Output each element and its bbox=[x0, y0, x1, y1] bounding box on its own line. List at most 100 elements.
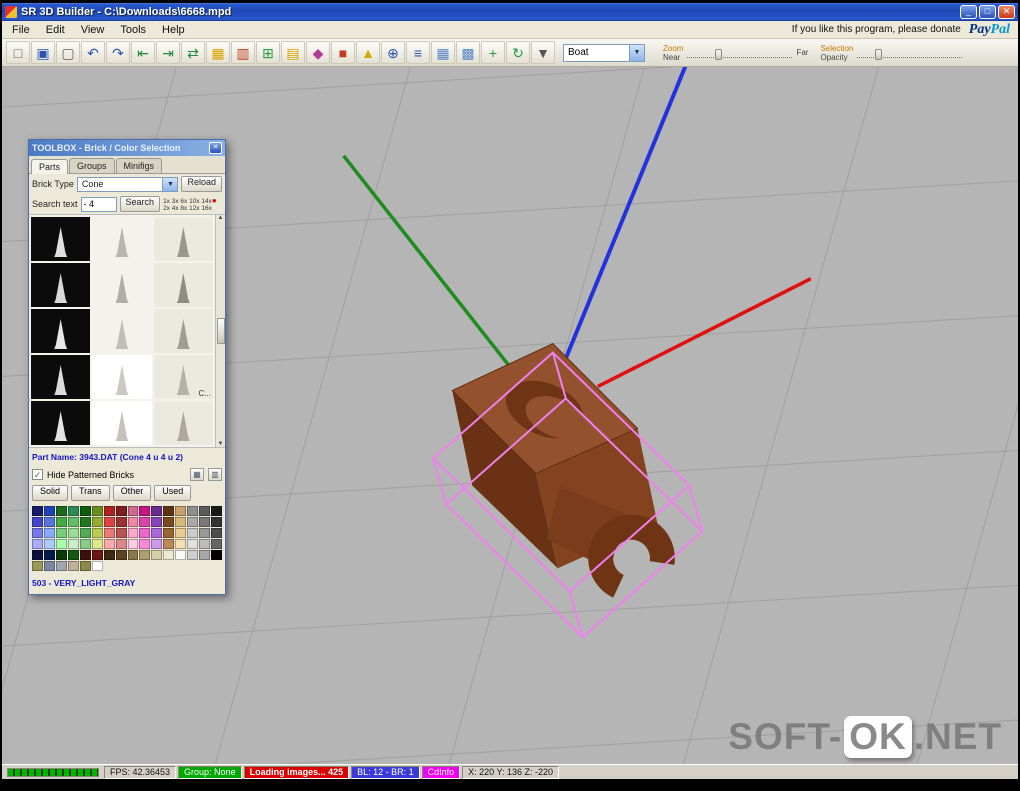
part-thumbnail[interactable]: C... bbox=[154, 355, 213, 399]
color-swatch[interactable] bbox=[211, 506, 222, 516]
color-swatch[interactable] bbox=[151, 517, 162, 527]
blank-page-icon[interactable]: ▢ bbox=[56, 41, 80, 64]
color-swatch[interactable] bbox=[187, 528, 198, 538]
grid-icon[interactable]: ▦ bbox=[431, 41, 455, 64]
hide-patterned-checkbox[interactable]: ✓ bbox=[32, 469, 43, 480]
color-swatch[interactable] bbox=[199, 550, 210, 560]
color-swatch[interactable] bbox=[92, 517, 103, 527]
hinge-icon[interactable]: ≡ bbox=[406, 41, 430, 64]
color-swatch[interactable] bbox=[199, 539, 210, 549]
color-swatch[interactable] bbox=[151, 506, 162, 516]
color-swatch[interactable] bbox=[211, 539, 222, 549]
connector-icon[interactable]: ⊕ bbox=[381, 41, 405, 64]
color-swatch[interactable] bbox=[211, 517, 222, 527]
chevron-down-icon[interactable]: ▼ bbox=[162, 178, 177, 191]
scroll-up-icon[interactable]: ▲ bbox=[218, 215, 224, 221]
color-swatch[interactable] bbox=[92, 561, 103, 571]
brick-type-select[interactable]: Cone ▼ bbox=[77, 177, 179, 192]
color-swatch[interactable] bbox=[175, 528, 186, 538]
color-swatch[interactable] bbox=[187, 517, 198, 527]
color-swatch[interactable] bbox=[211, 550, 222, 560]
color-swatch[interactable] bbox=[128, 528, 139, 538]
color-swatch[interactable] bbox=[116, 506, 127, 516]
redo-icon[interactable]: ↷ bbox=[106, 41, 130, 64]
brick-red-icon[interactable]: ▥ bbox=[231, 41, 255, 64]
toolbox-title-bar[interactable]: TOOLBOX - Brick / Color Selection ✕ bbox=[29, 140, 225, 156]
menu-edit[interactable]: Edit bbox=[38, 23, 73, 37]
part-thumbnail[interactable] bbox=[154, 401, 213, 445]
color-swatch[interactable] bbox=[56, 561, 67, 571]
menu-tools[interactable]: Tools bbox=[112, 23, 154, 37]
part-thumbnail[interactable] bbox=[31, 309, 90, 353]
color-swatch[interactable] bbox=[128, 517, 139, 527]
color-swatch[interactable] bbox=[187, 550, 198, 560]
color-swatch[interactable] bbox=[139, 539, 150, 549]
color-swatch[interactable] bbox=[199, 506, 210, 516]
part-thumbnail[interactable] bbox=[31, 217, 90, 261]
rotate-icon[interactable]: ↻ bbox=[506, 41, 530, 64]
part-thumbnail[interactable] bbox=[92, 309, 151, 353]
color-swatch[interactable] bbox=[56, 528, 67, 538]
color-swatch[interactable] bbox=[116, 550, 127, 560]
color-swatch[interactable] bbox=[32, 506, 43, 516]
color-swatch[interactable] bbox=[175, 550, 186, 560]
color-swatch[interactable] bbox=[56, 517, 67, 527]
color-swatch[interactable] bbox=[116, 539, 127, 549]
color-swatch[interactable] bbox=[187, 506, 198, 516]
part-thumbnail[interactable] bbox=[154, 217, 213, 261]
color-swatch[interactable] bbox=[80, 550, 91, 560]
part-thumbnail[interactable] bbox=[92, 263, 151, 307]
parts-scrollbar[interactable]: ▲ ▼ bbox=[215, 215, 225, 447]
color-swatch[interactable] bbox=[187, 539, 198, 549]
color-swatch[interactable] bbox=[68, 506, 79, 516]
scrollbar-thumb[interactable] bbox=[217, 318, 225, 344]
color-swatch[interactable] bbox=[104, 550, 115, 560]
undo-icon[interactable]: ↶ bbox=[81, 41, 105, 64]
color-swatch[interactable] bbox=[32, 561, 43, 571]
filter-trans-button[interactable]: Trans bbox=[71, 485, 110, 501]
color-swatch[interactable] bbox=[128, 539, 139, 549]
color-swatch[interactable] bbox=[44, 517, 55, 527]
color-swatch[interactable] bbox=[80, 506, 91, 516]
color-swatch[interactable] bbox=[80, 539, 91, 549]
color-swatch[interactable] bbox=[116, 517, 127, 527]
boat-category-select[interactable]: Boat ▼ bbox=[563, 44, 645, 62]
search-button[interactable]: Search bbox=[120, 196, 161, 212]
minimize-button[interactable]: _ bbox=[960, 5, 977, 19]
chevron-down-icon[interactable]: ▼ bbox=[629, 45, 644, 61]
color-swatch[interactable] bbox=[92, 539, 103, 549]
color-swatch[interactable] bbox=[92, 550, 103, 560]
paypal-logo[interactable]: PayPal bbox=[969, 22, 1010, 38]
color-swatch[interactable] bbox=[116, 528, 127, 538]
color-swatch[interactable] bbox=[163, 506, 174, 516]
color-swatch[interactable] bbox=[68, 517, 79, 527]
swap-icon[interactable]: ⇄ bbox=[181, 41, 205, 64]
new-file-icon[interactable]: □ bbox=[6, 41, 30, 64]
reload-button[interactable]: Reload bbox=[181, 176, 222, 192]
color-swatch[interactable] bbox=[104, 539, 115, 549]
color-swatch[interactable] bbox=[44, 561, 55, 571]
color-swatch[interactable] bbox=[211, 528, 222, 538]
tab-groups[interactable]: Groups bbox=[69, 158, 115, 173]
color-swatch[interactable] bbox=[56, 539, 67, 549]
toolbox-close-button[interactable]: ✕ bbox=[209, 142, 222, 154]
menu-file[interactable]: File bbox=[4, 23, 38, 37]
color-swatch[interactable] bbox=[163, 550, 174, 560]
color-swatch[interactable] bbox=[139, 550, 150, 560]
color-swatch[interactable] bbox=[151, 550, 162, 560]
color-swatch[interactable] bbox=[44, 528, 55, 538]
color-swatch[interactable] bbox=[128, 506, 139, 516]
part-thumbnail[interactable] bbox=[31, 401, 90, 445]
color-swatch[interactable] bbox=[104, 528, 115, 538]
tab-parts[interactable]: Parts bbox=[31, 159, 68, 174]
opacity-slider-thumb[interactable] bbox=[875, 49, 882, 60]
color-swatch[interactable] bbox=[175, 539, 186, 549]
color-swatch[interactable] bbox=[175, 506, 186, 516]
save-icon[interactable]: ▣ bbox=[31, 41, 55, 64]
color-swatch[interactable] bbox=[199, 528, 210, 538]
color-swatch[interactable] bbox=[68, 539, 79, 549]
color-swatch[interactable] bbox=[139, 506, 150, 516]
color-swatch[interactable] bbox=[32, 517, 43, 527]
maximize-button[interactable]: □ bbox=[979, 5, 996, 19]
color-swatch[interactable] bbox=[139, 517, 150, 527]
